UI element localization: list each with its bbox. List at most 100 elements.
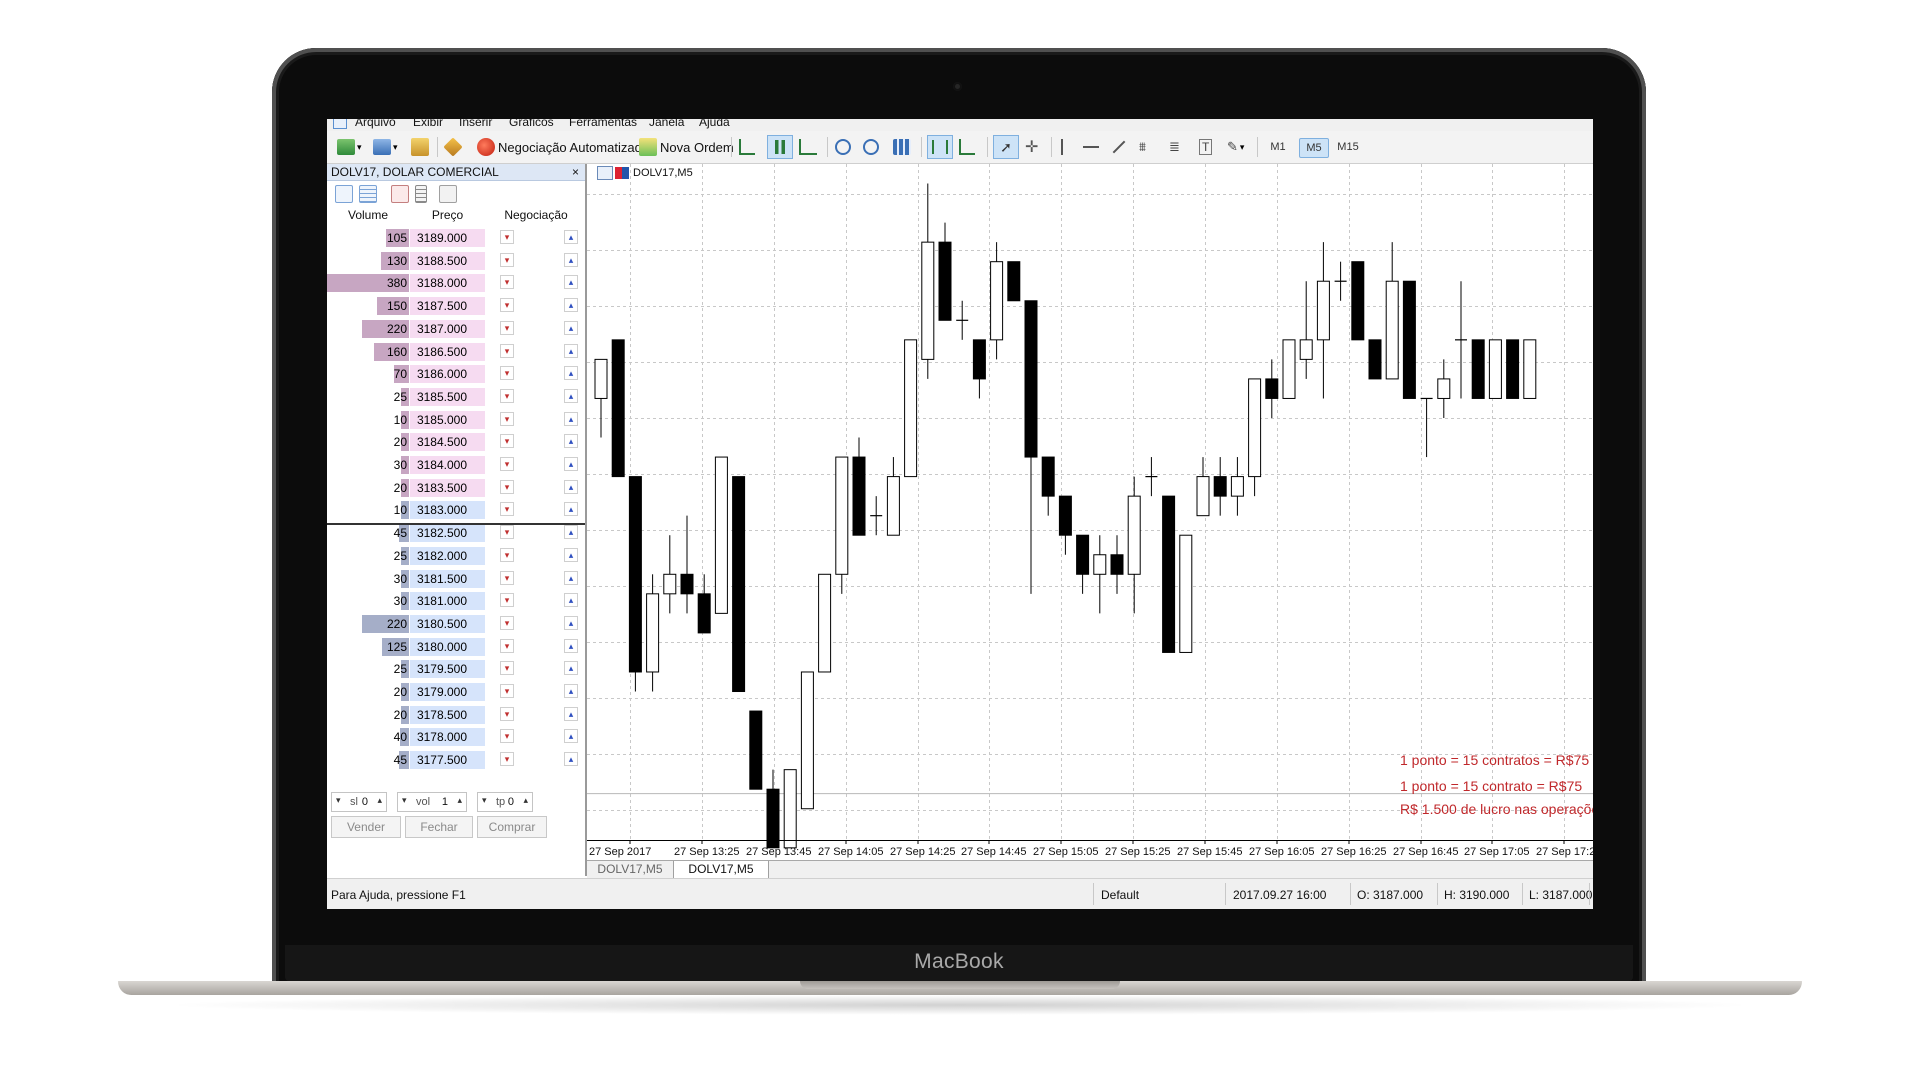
bar-chart-button[interactable]: [739, 136, 755, 158]
sell-at-price-button[interactable]: ▾: [500, 343, 514, 358]
timeframe-m5[interactable]: M5: [1299, 138, 1329, 158]
sell-button[interactable]: Vender: [331, 816, 401, 838]
sell-at-price-button[interactable]: ▾: [500, 638, 514, 653]
buy-at-price-button[interactable]: ▴: [564, 729, 578, 744]
buy-at-price-button[interactable]: ▴: [564, 298, 578, 313]
shapes-button[interactable]: ✎ ▾: [1227, 136, 1244, 158]
market-watch-button[interactable]: [411, 136, 429, 158]
candlestick-button[interactable]: [767, 135, 793, 159]
buy-at-price-button[interactable]: ▴: [564, 593, 578, 608]
buy-at-price-button[interactable]: ▴: [564, 388, 578, 403]
buy-at-price-button[interactable]: ▴: [564, 502, 578, 517]
auto-trading-button[interactable]: Negociação Automatizada: [477, 136, 649, 158]
zoom-out-button[interactable]: [863, 136, 879, 158]
sell-at-price-button[interactable]: ▾: [500, 615, 514, 630]
sell-at-price-button[interactable]: ▾: [500, 320, 514, 335]
orders-icon[interactable]: [391, 185, 409, 203]
buy-at-price-button[interactable]: ▴: [564, 570, 578, 585]
trend-line-button[interactable]: [1111, 136, 1127, 158]
sell-at-price-button[interactable]: ▾: [500, 752, 514, 767]
x-axis-tick-label: 27 Sep 14:45: [961, 846, 1026, 858]
sell-at-price-button[interactable]: ▾: [500, 547, 514, 562]
sl-stepper[interactable]: ▾ sl 0 ▴: [331, 792, 387, 812]
menu-exibir[interactable]: Exibir: [413, 119, 443, 129]
columns-icon[interactable]: [415, 185, 427, 203]
timeframe-m1[interactable]: M1: [1265, 138, 1291, 156]
sell-at-price-button[interactable]: ▾: [500, 275, 514, 290]
sell-at-price-button[interactable]: ▾: [500, 570, 514, 585]
vertical-line-button[interactable]: [1061, 136, 1063, 158]
sell-at-price-button[interactable]: ▾: [500, 684, 514, 698]
chart-shift-button[interactable]: [959, 136, 975, 158]
autoscroll-button[interactable]: [927, 135, 953, 159]
tp-stepper[interactable]: ▾ tp 0 ▴: [477, 792, 533, 812]
buy-at-price-button[interactable]: ▴: [564, 366, 578, 381]
settings-icon[interactable]: [439, 185, 457, 203]
sell-at-price-button[interactable]: ▾: [500, 388, 514, 403]
fibonacci-button[interactable]: ⩩: [1139, 136, 1146, 158]
candle-body: [663, 573, 677, 595]
buy-at-price-button[interactable]: ▴: [564, 320, 578, 335]
tile-windows-button[interactable]: [893, 136, 911, 158]
sell-at-price-button[interactable]: ▾: [500, 457, 514, 471]
price-cell: 3185.500: [410, 387, 485, 406]
buy-at-price-button[interactable]: ▴: [564, 661, 578, 676]
sell-at-price-button[interactable]: ▾: [500, 593, 514, 608]
buy-at-price-button[interactable]: ▴: [564, 638, 578, 653]
buy-at-price-button[interactable]: ▴: [564, 230, 578, 244]
menu-inserir[interactable]: Inserir: [459, 119, 492, 129]
price-cell: 3183.500: [410, 478, 485, 497]
buy-at-price-button[interactable]: ▴: [564, 479, 578, 494]
profiles-button[interactable]: ▾: [373, 136, 398, 158]
menu-ajuda[interactable]: Ajuda: [699, 119, 730, 129]
buy-at-price-button[interactable]: ▴: [564, 525, 578, 540]
sell-at-price-button[interactable]: ▾: [500, 706, 514, 721]
sell-at-price-button[interactable]: ▾: [500, 434, 514, 449]
sell-at-price-button[interactable]: ▾: [500, 366, 514, 381]
buy-at-price-button[interactable]: ▴: [564, 275, 578, 290]
crosshair-button[interactable]: ✛: [1025, 136, 1038, 158]
cursor-button[interactable]: ➚: [993, 135, 1019, 159]
timeframe-m15[interactable]: M15: [1333, 138, 1363, 156]
sell-at-price-button[interactable]: ▾: [500, 661, 514, 676]
buy-at-price-button[interactable]: ▴: [564, 252, 578, 267]
text-button[interactable]: T: [1199, 136, 1213, 158]
chart-area[interactable]: 27 Sep 2017 27 Sep 13:25 27 Sep 13:45 27 Se…: [587, 164, 1593, 876]
menu-graficos[interactable]: Gráficos: [509, 119, 554, 129]
sell-at-price-button[interactable]: ▾: [500, 411, 514, 426]
buy-at-price-button[interactable]: ▴: [564, 615, 578, 630]
chart-mode-icon[interactable]: [335, 185, 353, 203]
horizontal-line-button[interactable]: [1083, 136, 1099, 158]
table-mode-icon[interactable]: [359, 185, 377, 203]
menu-janela[interactable]: Janela: [649, 119, 684, 129]
new-chart-button[interactable]: ▾: [337, 136, 362, 158]
close-position-button[interactable]: Fechar: [405, 816, 473, 838]
buy-at-price-button[interactable]: ▴: [564, 343, 578, 358]
menu-arquivo[interactable]: Arquivo: [355, 119, 396, 129]
tab-dolv17-m5-1[interactable]: DOLV17,M5: [589, 861, 671, 879]
menu-ferramentas[interactable]: Ferramentas: [569, 119, 637, 129]
buy-at-price-button[interactable]: ▴: [564, 411, 578, 426]
buy-at-price-button[interactable]: ▴: [564, 457, 578, 471]
sell-at-price-button[interactable]: ▾: [500, 252, 514, 267]
sell-at-price-button[interactable]: ▾: [500, 230, 514, 244]
volume-stepper[interactable]: ▾ vol 1 ▴: [397, 792, 467, 812]
sell-at-price-button[interactable]: ▾: [500, 298, 514, 313]
meta-editor-button[interactable]: [443, 136, 463, 158]
close-icon[interactable]: ×: [572, 165, 579, 179]
buy-at-price-button[interactable]: ▴: [564, 752, 578, 767]
buy-button[interactable]: Comprar: [477, 816, 547, 838]
new-order-button[interactable]: Nova Ordem: [639, 136, 734, 158]
buy-at-price-button[interactable]: ▴: [564, 706, 578, 721]
zoom-in-button[interactable]: [835, 136, 851, 158]
sell-at-price-button[interactable]: ▾: [500, 502, 514, 517]
line-chart-button[interactable]: [799, 136, 817, 158]
buy-at-price-button[interactable]: ▴: [564, 684, 578, 698]
sell-at-price-button[interactable]: ▾: [500, 479, 514, 494]
fibonacci-fan-button[interactable]: ≣: [1169, 136, 1180, 158]
tab-dolv17-m5-2[interactable]: DOLV17,M5: [673, 861, 769, 879]
sell-at-price-button[interactable]: ▾: [500, 525, 514, 540]
buy-at-price-button[interactable]: ▴: [564, 547, 578, 562]
sell-at-price-button[interactable]: ▾: [500, 729, 514, 744]
buy-at-price-button[interactable]: ▴: [564, 434, 578, 449]
